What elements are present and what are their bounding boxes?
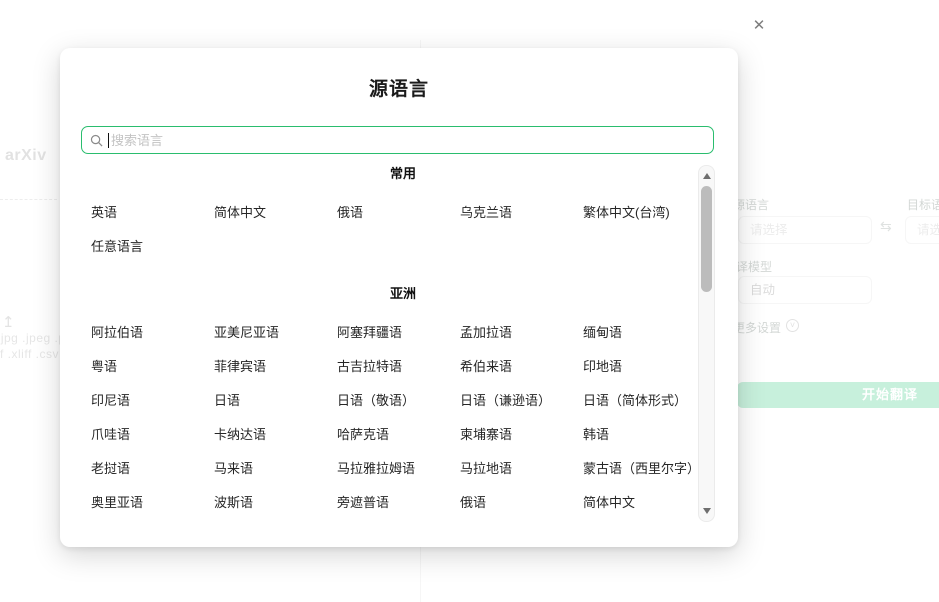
- search-box[interactable]: [81, 126, 714, 154]
- language-item[interactable]: 老挝语: [91, 451, 214, 485]
- language-item[interactable]: 印尼语: [91, 383, 214, 417]
- language-item[interactable]: 缅甸语: [583, 315, 706, 349]
- language-item[interactable]: 古吉拉特语: [337, 349, 460, 383]
- language-item[interactable]: 简体中文: [583, 485, 706, 519]
- language-item[interactable]: 乌克兰语: [460, 195, 583, 229]
- language-item[interactable]: 阿塞拜疆语: [337, 315, 460, 349]
- language-item[interactable]: 马拉地语: [460, 451, 583, 485]
- language-item[interactable]: 阿拉伯语: [91, 315, 214, 349]
- language-item[interactable]: 希伯来语: [460, 349, 583, 383]
- language-item[interactable]: 奥里亚语: [91, 485, 214, 519]
- language-item[interactable]: 日语（简体形式）: [583, 383, 706, 417]
- language-item[interactable]: 亚美尼亚语: [214, 315, 337, 349]
- language-item[interactable]: 菲律宾语: [214, 349, 337, 383]
- search-icon: [90, 134, 103, 147]
- source-language-dialog: 源语言 常用英语简体中文俄语乌克兰语繁体中文(台湾)任意语言亚洲阿拉伯语亚美尼亚…: [60, 48, 738, 547]
- language-item[interactable]: 日语: [214, 383, 337, 417]
- language-item[interactable]: 俄语: [337, 195, 460, 229]
- language-item[interactable]: 韩语: [583, 417, 706, 451]
- language-item[interactable]: 日语（敬语）: [337, 383, 460, 417]
- language-item[interactable]: 粤语: [91, 349, 214, 383]
- close-icon[interactable]: ✕: [749, 16, 769, 36]
- language-item[interactable]: 俄语: [460, 485, 583, 519]
- search-input[interactable]: [109, 133, 713, 148]
- section-header: 亚洲: [91, 279, 715, 309]
- section-header: 常用: [91, 159, 715, 189]
- language-item[interactable]: 印地语: [583, 349, 706, 383]
- language-item[interactable]: 英语: [91, 195, 214, 229]
- scrollbar-thumb[interactable]: [701, 186, 712, 292]
- language-item[interactable]: 日语（谦逊语）: [460, 383, 583, 417]
- scroll-up-arrow-icon[interactable]: [703, 173, 711, 179]
- language-item[interactable]: 繁体中文(台湾): [583, 195, 706, 229]
- language-grid: 阿拉伯语亚美尼亚语阿塞拜疆语孟加拉语缅甸语粤语菲律宾语古吉拉特语希伯来语印地语印…: [91, 315, 715, 519]
- language-item[interactable]: 马来语: [214, 451, 337, 485]
- language-item[interactable]: 简体中文: [214, 195, 337, 229]
- language-item[interactable]: 哈萨克语: [337, 417, 460, 451]
- language-item[interactable]: 柬埔寨语: [460, 417, 583, 451]
- language-item[interactable]: 马拉雅拉姆语: [337, 451, 460, 485]
- language-item[interactable]: 蒙古语（西里尔字）: [583, 451, 706, 485]
- language-item[interactable]: 旁遮普语: [337, 485, 460, 519]
- dialog-title: 源语言: [60, 74, 738, 101]
- language-list: 常用英语简体中文俄语乌克兰语繁体中文(台湾)任意语言亚洲阿拉伯语亚美尼亚语阿塞拜…: [81, 159, 715, 519]
- scroll-down-arrow-icon[interactable]: [703, 508, 711, 514]
- language-item[interactable]: 孟加拉语: [460, 315, 583, 349]
- language-item[interactable]: 爪哇语: [91, 417, 214, 451]
- language-item[interactable]: 任意语言: [91, 229, 214, 263]
- language-section: 常用英语简体中文俄语乌克兰语繁体中文(台湾) 任意语言: [91, 159, 715, 263]
- scrollbar[interactable]: [698, 165, 715, 522]
- language-section: 亚洲阿拉伯语亚美尼亚语阿塞拜疆语孟加拉语缅甸语粤语菲律宾语古吉拉特语希伯来语印地…: [91, 279, 715, 519]
- page: arXiv ↥ .jpg .jpeg .pn f .xliff .csv .ts…: [0, 0, 939, 602]
- language-item[interactable]: 波斯语: [214, 485, 337, 519]
- language-grid: 英语简体中文俄语乌克兰语繁体中文(台湾) 任意语言: [91, 195, 715, 263]
- language-item[interactable]: 卡纳达语: [214, 417, 337, 451]
